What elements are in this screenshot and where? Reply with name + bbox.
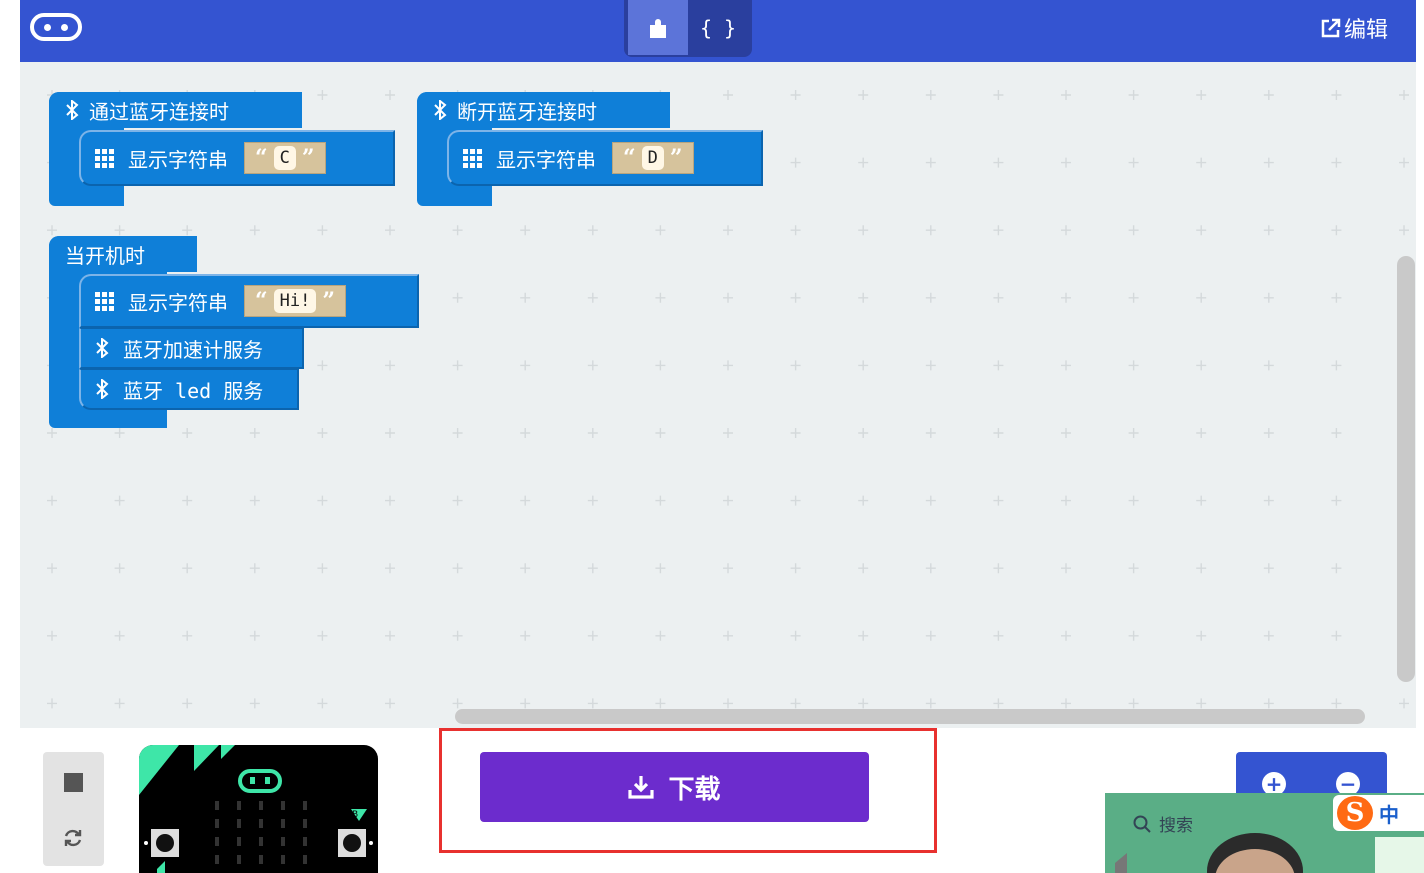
open-quote-icon: “ [255,288,268,314]
led-grid-icon [463,148,482,168]
restart-icon[interactable] [62,827,84,849]
show-string-label: 显示字符串 [128,290,228,315]
led-pixel [259,855,263,864]
led-pixel [259,801,263,810]
led-pixel [281,837,285,846]
show-string-block[interactable]: 显示字符串 “ D ” [447,130,763,186]
search-icon [1133,815,1151,833]
ime-search-label: 搜索 [1159,816,1193,836]
string-value[interactable]: Hi! [273,289,317,313]
puzzle-piece-icon [650,18,666,38]
led-pixel [303,837,307,846]
led-pixel [215,855,219,864]
edit-label: 编辑 [1343,18,1388,43]
event-header: 通过蓝牙连接时 [49,92,302,128]
ime-search-field[interactable]: 搜索 [1133,811,1193,836]
external-link-icon [1321,18,1341,38]
download-button[interactable]: 下载 [480,752,869,822]
string-input[interactable]: “ C ” [244,142,326,174]
bluetooth-led-service-block[interactable]: 蓝牙 led 服务 [79,369,299,410]
string-value[interactable]: C [273,146,296,170]
simulator-controls [43,752,104,866]
led-pixel [281,855,285,864]
open-quote-icon: “ [255,145,268,171]
vertical-scrollbar[interactable] [1397,256,1415,682]
close-quote-icon: ” [669,145,683,171]
tab-javascript[interactable]: { } [688,0,748,55]
event-header: 当开机时 [49,236,197,272]
led-pixel [215,801,219,810]
top-bar: { } 编辑 [20,0,1416,62]
led-pixel [215,837,219,846]
show-string-block[interactable]: 显示字符串 “ C ” [79,130,395,186]
ime-badge[interactable]: S 中 [1333,795,1424,831]
led-pixel [303,855,307,864]
service-label: 蓝牙 led 服务 [123,378,264,403]
led-pixel [303,801,307,810]
microbit-logo-icon[interactable] [30,13,82,41]
open-quote-icon: “ [623,145,636,171]
editor-mode-toggle: { } [624,0,752,57]
service-label: 蓝牙加速计服务 [123,337,263,362]
led-pixel [303,819,307,828]
bluetooth-icon [96,338,109,358]
bluetooth-icon [434,100,447,120]
led-pixel [259,837,263,846]
bluetooth-accelerometer-service-block[interactable]: 蓝牙加速计服务 [79,328,304,369]
ime-language-label: 中 [1379,802,1399,827]
show-string-block[interactable]: 显示字符串 “ Hi! ” [79,274,419,328]
string-value[interactable]: D [641,146,664,170]
download-icon [628,776,655,799]
led-grid-icon [95,291,114,311]
stop-button[interactable] [64,773,83,792]
led-pixel [281,819,285,828]
tab-blocks[interactable] [628,0,688,55]
button-b-label: B [352,810,358,820]
led-pixel [281,801,285,810]
event-label: 当开机时 [65,243,145,268]
led-pixel [259,819,263,828]
microbit-simulator[interactable]: B [139,745,378,873]
string-input[interactable]: “ D ” [612,142,694,174]
edit-button[interactable]: 编辑 [1320,12,1388,44]
string-input[interactable]: “ Hi! ” [244,285,347,317]
led-pixel [237,855,241,864]
event-header: 断开蓝牙连接时 [417,92,670,128]
event-label: 断开蓝牙连接时 [457,99,597,124]
horizontal-scrollbar[interactable] [455,709,1365,724]
blocks-workspace[interactable]: 通过蓝牙连接时 显示字符串 “ C ” 断开蓝牙连接时 显示字符串 “ D ” [20,62,1416,728]
led-grid-icon [95,148,114,168]
bluetooth-icon [96,379,109,399]
bluetooth-icon [66,100,79,120]
close-quote-icon: ” [322,288,336,314]
event-label: 通过蓝牙连接时 [89,99,229,124]
show-string-label: 显示字符串 [128,147,228,172]
led-pixel [237,837,241,846]
microbit-board: B [139,745,373,873]
led-pixel [237,801,241,810]
close-quote-icon: ” [301,145,315,171]
ime-overlay: 搜索 S 中 [1105,793,1424,873]
download-label: 下载 [668,774,721,805]
sogou-logo-icon: S [1337,796,1373,830]
show-string-label: 显示字符串 [496,147,596,172]
led-pixel [237,819,241,828]
led-pixel [215,819,219,828]
